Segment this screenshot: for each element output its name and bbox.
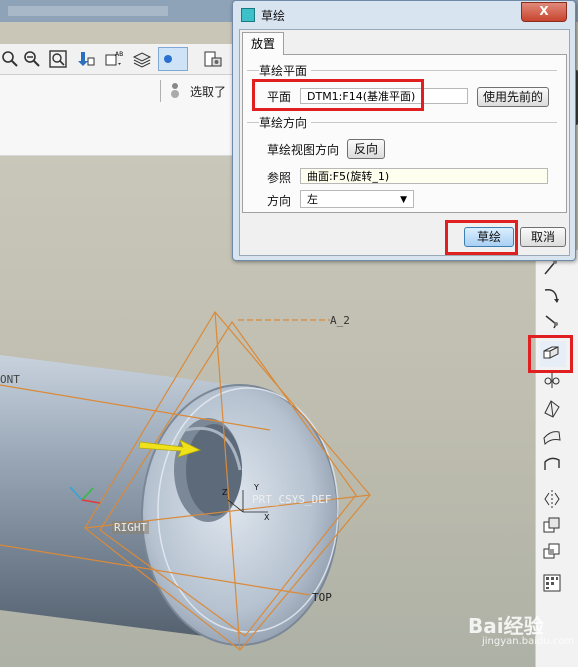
datum-csys-icon[interactable] [541,370,563,392]
zoom-in-icon[interactable] [0,49,20,69]
boundary-blend-icon[interactable] [541,452,563,474]
selection-status: 选取了 [160,80,238,102]
placement-panel: 草绘平面 平面 DTM1:F14(基准平面) 使用先前的 草绘方向 草绘视图方向… [242,54,567,213]
axis-label-y: Y [254,483,259,492]
svg-text:AB: AB [115,51,123,58]
axis-label-x: X [264,513,270,522]
plane-field[interactable]: DTM1:F14(基准平面) [300,88,468,104]
datum-label-csys: PRT_CSYS_DEF [252,493,332,506]
plane-group-title: 草绘平面 [259,62,312,79]
saved-views-icon[interactable]: AB [104,49,124,69]
snapshot-icon[interactable] [203,49,223,69]
extrude-icon[interactable] [541,397,563,419]
feature-toolbar [535,250,578,667]
cancel-button[interactable]: 取消 [520,227,566,247]
datum-label-a2: A_2 [330,314,350,327]
intersect-icon[interactable] [541,540,563,562]
layers-icon[interactable] [132,49,152,69]
display-style-icon[interactable] [158,47,188,71]
close-button[interactable]: X [521,2,567,22]
person-icon [171,83,179,98]
datum-plane-icon[interactable] [540,341,566,367]
use-previous-button[interactable]: 使用先前的 [477,87,549,107]
tab-strip: 放置 [240,30,569,55]
axis-label-z: Z [222,488,228,497]
refit-icon[interactable] [48,49,68,69]
sketch-dialog: 草绘 X 放置 草绘平面 平面 DTM1:F14(基准平面) 使用先前的 草绘方… [232,0,576,261]
datum-label-right: RIGHT [112,521,150,534]
datum-point-icon[interactable] [541,310,563,332]
datum-axis-icon[interactable] [541,258,563,280]
sketch-button[interactable]: 草绘 [464,227,514,247]
main-toolbar: AB [0,44,238,75]
datum-curve-icon[interactable] [541,284,563,306]
dialog-title: 草绘 [261,9,286,23]
sweep-icon[interactable] [541,424,563,446]
direction-group-title: 草绘方向 [259,114,312,131]
reference-field[interactable]: 曲面:F5(旋转_1) [300,168,548,184]
datum-label-top: TOP [312,591,332,604]
datum-label-front: ONT [0,373,20,386]
select-label: 选取了 [190,85,227,99]
zoom-out-icon[interactable] [22,49,42,69]
tab-placement[interactable]: 放置 [242,32,284,55]
dialog-body: 放置 草绘平面 平面 DTM1:F14(基准平面) 使用先前的 草绘方向 草绘视… [239,29,570,256]
orientation-label: 方向 [267,194,292,208]
watermark-url: jingyan.baidu.com [482,636,575,647]
chevron-down-icon: ▼ [400,195,407,205]
view-direction-label: 草绘视图方向 [267,143,340,157]
reorient-icon[interactable] [76,49,96,69]
plane-label: 平面 [267,90,292,104]
flip-button[interactable]: 反向 [347,139,385,159]
pattern-icon[interactable] [541,572,563,594]
merge-icon[interactable] [541,514,563,536]
reference-label: 参照 [267,171,292,185]
sketch-app-icon [241,8,255,22]
mirror-icon[interactable] [541,488,563,510]
baidu-watermark: Bai经验 [468,614,544,638]
orientation-value: 左 [307,193,318,206]
orientation-select[interactable]: 左 ▼ [300,190,414,208]
dialog-title-bar[interactable]: 草绘 X [233,1,575,27]
